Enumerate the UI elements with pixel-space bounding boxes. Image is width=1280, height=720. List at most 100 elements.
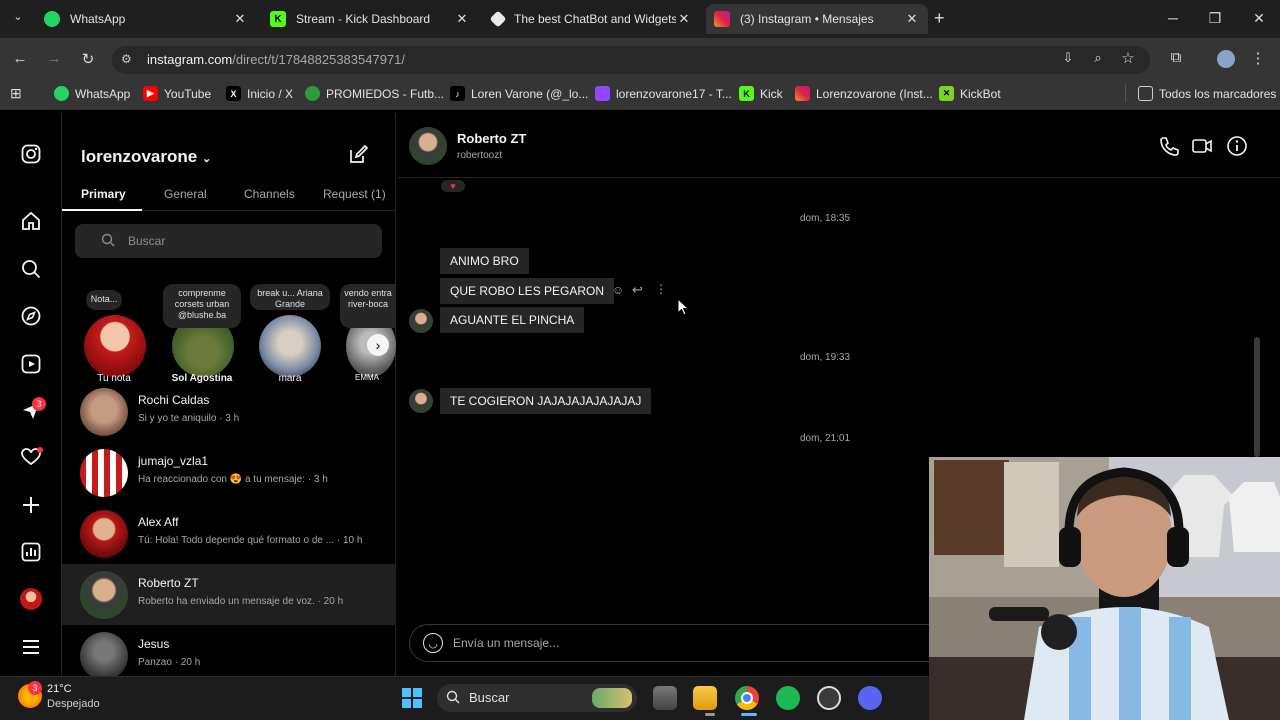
- avatar: [80, 449, 128, 497]
- tab-kick-dashboard[interactable]: K Stream - Kick Dashboard ✕: [262, 4, 478, 34]
- bookmark-tiktok[interactable]: ♪ Loren Varone (@_lo...: [450, 86, 588, 101]
- conversation-item-selected[interactable]: Roberto ZT Roberto ha enviado un mensaje…: [62, 564, 396, 625]
- note-bubble[interactable]: Nota...: [86, 290, 122, 310]
- install-app-icon[interactable]: ⇩: [1058, 50, 1078, 66]
- new-tab-icon[interactable]: +: [934, 8, 945, 29]
- search-input[interactable]: [75, 224, 382, 258]
- conversation-preview: Tú: Hola! Todo depende qué formato o de …: [138, 535, 363, 546]
- create-plus-icon[interactable]: [19, 493, 43, 517]
- bookmark-promiedos[interactable]: PROMIEDOS - Futb...: [305, 86, 444, 101]
- active-tab-indicator: [62, 209, 142, 211]
- file-explorer-icon[interactable]: [693, 686, 717, 710]
- note-bubble[interactable]: vendo entra river-boca: [340, 284, 396, 328]
- reels-icon[interactable]: [19, 352, 43, 376]
- more-options-icon[interactable]: ⋮: [655, 282, 667, 296]
- dashboard-icon[interactable]: [19, 540, 43, 564]
- tab-search-icon[interactable]: ⌄: [8, 10, 28, 28]
- message-bubble[interactable]: TE COGIERON JAJAJAJAJAJAJAJ: [440, 388, 652, 414]
- reload-icon[interactable]: ↻: [78, 50, 98, 68]
- conversation-item[interactable]: Rochi Caldas Si y yo te aniquilo · 3 h: [62, 381, 396, 442]
- tab-instagram[interactable]: (3) Instagram • Mensajes ✕: [706, 4, 928, 34]
- close-tab-icon[interactable]: ✕: [454, 11, 470, 27]
- bookmark-whatsapp[interactable]: WhatsApp: [54, 86, 130, 101]
- close-tab-icon[interactable]: ✕: [904, 11, 920, 27]
- tab-channels[interactable]: Channels: [244, 187, 295, 201]
- x-icon: X: [226, 86, 241, 101]
- more-menu-icon[interactable]: [19, 635, 43, 659]
- explore-icon[interactable]: [19, 304, 43, 328]
- bookmark-twitch[interactable]: lorenzovarone17 - T...: [595, 86, 732, 101]
- chatbot-icon: [489, 10, 507, 28]
- chat-scrollbar[interactable]: [1254, 337, 1260, 457]
- tab-requests[interactable]: Request (1): [323, 187, 386, 201]
- minimize-icon[interactable]: ─: [1163, 10, 1183, 26]
- back-icon[interactable]: ←: [10, 50, 30, 67]
- tab-primary[interactable]: Primary: [81, 187, 126, 201]
- bookmark-kick[interactable]: K Kick: [739, 86, 783, 101]
- zoom-icon[interactable]: ⌕: [1088, 50, 1108, 66]
- conversation-item[interactable]: Alex Aff Tú: Hola! Todo depende qué form…: [62, 503, 396, 564]
- avatar: [80, 571, 128, 619]
- restore-icon[interactable]: ❐: [1205, 10, 1225, 27]
- all-bookmarks-folder[interactable]: Todos los marcadores: [1138, 86, 1276, 101]
- bookmark-star-icon[interactable]: ☆: [1118, 49, 1138, 67]
- url-text[interactable]: instagram.com/direct/t/17848825383547971…: [147, 52, 405, 67]
- conversation-preview: Roberto ha enviado un mensaje de voz. · …: [138, 596, 344, 607]
- message-bubble[interactable]: QUE ROBO LES PEGARON: [440, 278, 615, 304]
- windows-start-icon[interactable]: [401, 687, 423, 709]
- close-tab-icon[interactable]: ✕: [232, 11, 248, 27]
- conversation-name: Alex Aff: [138, 515, 179, 529]
- new-message-icon[interactable]: [348, 144, 369, 170]
- forward-icon[interactable]: →: [44, 50, 64, 67]
- menu-icon[interactable]: ⋮: [1248, 49, 1268, 67]
- tab-whatsapp[interactable]: WhatsApp ✕: [36, 4, 256, 34]
- spotify-icon[interactable]: [776, 686, 800, 710]
- conversation-preview: Ha reaccionado con 😍 a tu mensaje: · 3 h: [138, 474, 328, 485]
- apps-grid-icon[interactable]: ⊞: [10, 85, 22, 102]
- timestamp: dom, 21:01: [800, 433, 851, 444]
- bookmark-youtube[interactable]: ▶ YouTube: [143, 86, 211, 101]
- app-icon[interactable]: [817, 686, 841, 710]
- weather-temp[interactable]: 21°C: [47, 683, 72, 695]
- discord-icon[interactable]: [858, 686, 882, 710]
- conversation-item[interactable]: jumajo_vzla1 Ha reaccionado con 😍 a tu m…: [62, 442, 396, 503]
- conversation-info-icon[interactable]: [1226, 135, 1248, 157]
- bookmark-kickbot[interactable]: ✕ KickBot: [939, 86, 1001, 101]
- heart-reaction-icon[interactable]: ♥: [440, 179, 466, 193]
- react-emoji-icon[interactable]: ☺: [612, 283, 624, 297]
- instagram-logo-icon[interactable]: [19, 142, 43, 166]
- note-bubble[interactable]: break u... Ariana Grande: [250, 284, 330, 310]
- tab-general[interactable]: General: [164, 187, 207, 201]
- avatar: [80, 632, 128, 680]
- close-tab-icon[interactable]: ✕: [676, 11, 692, 27]
- phone-call-icon[interactable]: [1158, 135, 1180, 157]
- task-view-icon[interactable]: [653, 686, 677, 710]
- chat-contact-name[interactable]: Roberto ZT: [457, 131, 526, 146]
- tab-chatbot[interactable]: The best ChatBot and Widgets f ✕: [484, 4, 700, 34]
- close-window-icon[interactable]: ✕: [1249, 10, 1269, 27]
- video-call-icon[interactable]: [1191, 135, 1213, 157]
- notifications-dot: [37, 447, 43, 453]
- account-switcher[interactable]: lorenzovarone ⌄: [81, 147, 211, 167]
- reply-icon[interactable]: ↩: [632, 282, 643, 298]
- bookmark-x[interactable]: X Inicio / X: [226, 86, 293, 101]
- extensions-icon[interactable]: ⧉: [1166, 49, 1186, 66]
- note-avatar-self[interactable]: [84, 315, 146, 377]
- profile-avatar[interactable]: [20, 588, 42, 610]
- instagram-icon: [714, 11, 730, 27]
- site-info-icon[interactable]: ⚙: [121, 52, 132, 66]
- emoji-picker-icon[interactable]: ◡: [423, 633, 443, 653]
- note-avatar[interactable]: [259, 315, 321, 377]
- bookmark-instagram[interactable]: Lorenzovarone (Inst...: [795, 86, 933, 101]
- weather-desc: Despejado: [47, 698, 100, 710]
- tiktok-icon: ♪: [450, 86, 465, 101]
- chat-avatar[interactable]: [409, 127, 447, 165]
- message-bubble[interactable]: AGUANTE EL PINCHA: [440, 307, 585, 333]
- notes-next-arrow-icon[interactable]: ›: [367, 334, 389, 356]
- url-domain: instagram.com: [147, 52, 233, 67]
- home-icon[interactable]: [19, 209, 43, 233]
- note-bubble[interactable]: comprenme corsets urban @blushe.ba: [163, 284, 241, 328]
- search-icon[interactable]: [19, 257, 43, 281]
- profile-avatar[interactable]: [1217, 50, 1235, 68]
- message-bubble[interactable]: ANIMO BRO: [440, 248, 529, 274]
